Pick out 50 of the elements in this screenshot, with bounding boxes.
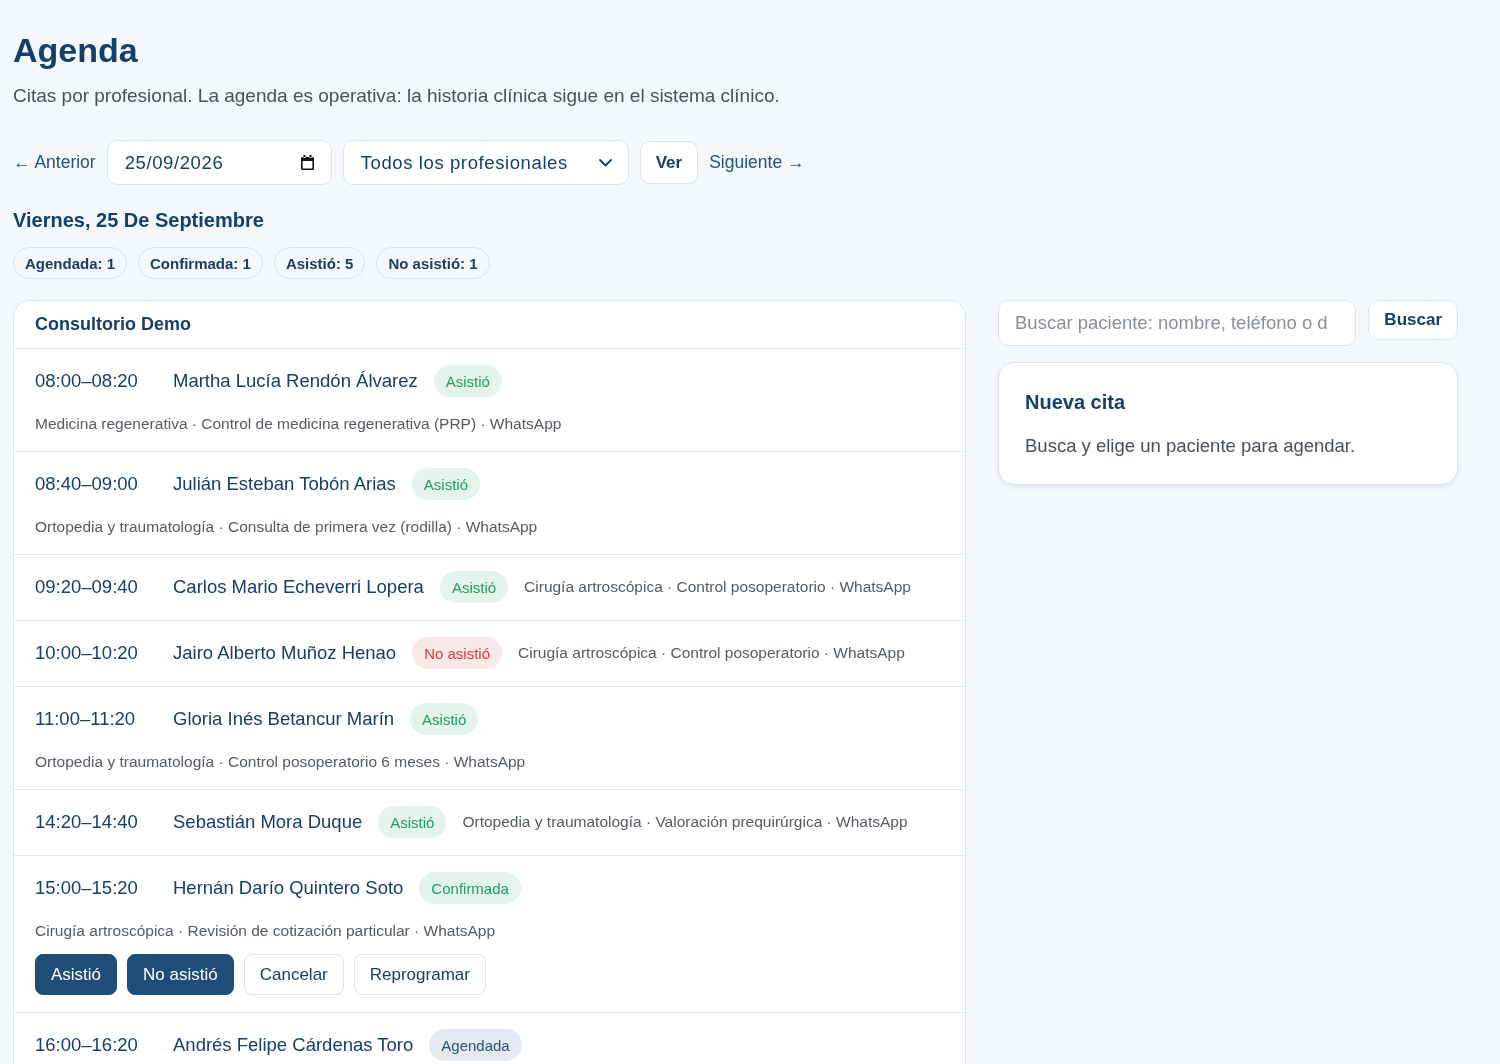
status-badge: Asistió bbox=[378, 806, 447, 838]
chevron-down-icon bbox=[598, 158, 612, 167]
appointment-details: Cirugía artroscópica · Control posoperatorio · WhatsApp bbox=[518, 643, 905, 663]
appointment-details: Medicina regenerativa · Control de medicina regenerativa (PRP) · WhatsApp bbox=[35, 414, 562, 434]
appointment-action-button[interactable]: Reprogramar bbox=[353, 954, 486, 995]
patient-name: Gloria Inés Betancur Marín bbox=[173, 708, 395, 730]
appointment-details: Cirugía artroscópica · Control posoperatorio · WhatsApp bbox=[524, 577, 911, 597]
date-field[interactable]: 25/09/2026 bbox=[106, 140, 332, 185]
patient-name: Jairo Alberto Muñoz Henao bbox=[173, 642, 397, 664]
office-title: Consultorio Demo bbox=[35, 314, 191, 335]
view-button[interactable]: Ver bbox=[639, 141, 699, 184]
patient-name: Hernán Darío Quintero Soto bbox=[173, 877, 404, 899]
status-badge: No asistió bbox=[412, 637, 502, 669]
appointment-time: 16:00–16:20 bbox=[35, 1034, 139, 1056]
appointment-time: 15:00–15:20 bbox=[35, 877, 139, 899]
status-badge: Asistió bbox=[433, 365, 502, 397]
patient-name: Martha Lucía Rendón Álvarez bbox=[173, 370, 418, 392]
new-appointment-title: Nueva cita bbox=[1025, 390, 1127, 414]
status-badge: Asistió bbox=[410, 703, 479, 735]
calendar-icon bbox=[299, 154, 315, 171]
next-day-link[interactable]: Siguiente → bbox=[709, 152, 805, 173]
status-badge: Asistió bbox=[411, 468, 481, 500]
appointment-time: 14:20–14:40 bbox=[35, 811, 139, 833]
patient-name: Julián Esteban Tobón Arias bbox=[173, 473, 396, 495]
appointment-time: 10:00–10:20 bbox=[35, 642, 139, 664]
status-badge: Confirmada bbox=[419, 872, 521, 904]
appointment-details: Ortopedia y traumatología · Valoración prequirúrgica · WhatsApp bbox=[462, 812, 908, 832]
appointment-time: 08:40–09:00 bbox=[35, 473, 139, 495]
professional-select[interactable]: Todos los profesionales bbox=[342, 140, 629, 185]
appointment-details: Ortopedia y traumatología · Control posoperatorio 6 meses · WhatsApp bbox=[35, 752, 526, 772]
patient-name: Andrés Felipe Cárdenas Toro bbox=[173, 1034, 414, 1056]
appointment-details: Ortopedia y traumatología · Consulta de primera vez (rodilla) · WhatsApp bbox=[35, 517, 538, 537]
patient-name: Carlos Mario Echeverri Lopera bbox=[173, 576, 424, 598]
status-badge: Agendada bbox=[429, 1029, 522, 1061]
page-title: Agenda bbox=[13, 30, 139, 71]
new-appointment-message: Busca y elige un paciente para agendar. bbox=[1025, 434, 1357, 458]
appointment-action-button[interactable]: Asistió bbox=[35, 954, 118, 995]
patient-search-field[interactable]: Buscar paciente: nombre, teléfono o d bbox=[998, 300, 1357, 346]
search-button[interactable]: Buscar bbox=[1368, 300, 1458, 340]
appointment-time: 11:00–11:20 bbox=[35, 708, 137, 730]
patient-name: Sebastián Mora Duque bbox=[173, 811, 363, 833]
day-title: Viernes, 25 De Septiembre bbox=[13, 208, 265, 232]
appointment-action-button[interactable]: Cancelar bbox=[243, 954, 344, 995]
appointment-action-button[interactable]: No asistió bbox=[127, 954, 234, 995]
previous-day-link[interactable]: ← Anterior bbox=[13, 152, 96, 173]
appointment-time: 08:00–08:20 bbox=[35, 370, 139, 392]
appointment-details: Cirugía artroscópica · Revisión de cotización particular · WhatsApp bbox=[35, 921, 496, 941]
page-subtitle: Citas por profesional. La agenda es operativa: la historia clínica sigue en el sistema clínico. bbox=[13, 85, 781, 107]
status-badge: Asistió bbox=[439, 571, 509, 603]
appointment-time: 09:20–09:40 bbox=[35, 576, 139, 598]
